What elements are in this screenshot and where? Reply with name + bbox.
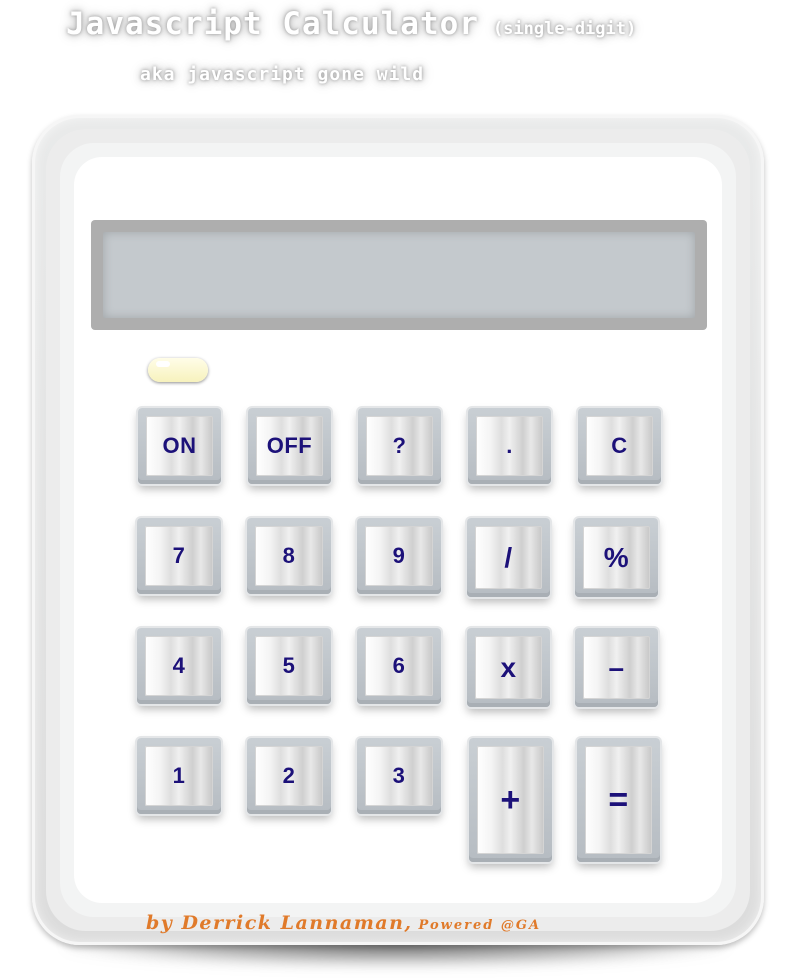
digit-6-button[interactable]: 6	[357, 628, 441, 704]
digit-2-button[interactable]: 2	[247, 738, 331, 814]
decimal-button[interactable]: .	[468, 408, 551, 484]
page-title-suffix: (single-digit)	[492, 19, 637, 39]
digit-4-button[interactable]: 4	[137, 628, 221, 704]
digit-9-label: 9	[392, 543, 406, 568]
solar-panel-icon	[148, 358, 208, 382]
multiply-button-label: x	[500, 651, 517, 683]
help-button-label: ?	[392, 433, 407, 458]
add-button[interactable]: +	[469, 738, 552, 862]
add-button-label: +	[500, 780, 521, 819]
equals-button-label: =	[608, 780, 629, 819]
digit-8-button[interactable]: 8	[247, 518, 331, 594]
digit-2-label: 2	[282, 763, 296, 788]
percent-button[interactable]: %	[575, 518, 658, 597]
digit-5-label: 5	[282, 653, 296, 678]
digit-3-label: 3	[392, 763, 406, 788]
off-button-label: OFF	[266, 433, 313, 458]
powered-by-text: Powered @GA	[418, 918, 542, 933]
digit-4-label: 4	[172, 653, 186, 678]
author-credit-name: by Derrick Lannaman,	[146, 912, 413, 934]
subtract-button-label: –	[608, 651, 625, 683]
off-button[interactable]: OFF	[248, 408, 331, 484]
calculator-page: Javascript Calculator (single-digit) aka…	[0, 0, 806, 978]
digit-1-label: 1	[172, 763, 186, 788]
digit-6-label: 6	[392, 653, 406, 678]
digit-5-button[interactable]: 5	[247, 628, 331, 704]
page-title-line: Javascript Calculator (single-digit)	[66, 6, 636, 46]
percent-button-label: %	[603, 541, 630, 573]
on-button-label: ON	[162, 433, 197, 458]
page-tagline: aka javascript gone wild	[140, 64, 425, 85]
clear-button-label: C	[611, 433, 628, 458]
help-button[interactable]: ?	[358, 408, 441, 484]
decimal-button-label: .	[506, 433, 513, 458]
subtract-button[interactable]: –	[575, 628, 658, 707]
equals-button[interactable]: =	[577, 738, 660, 862]
divide-button[interactable]: /	[467, 518, 550, 597]
digit-7-label: 7	[172, 543, 186, 568]
author-credit: by Derrick Lannaman, Powered @GA	[146, 912, 541, 934]
multiply-button[interactable]: x	[467, 628, 550, 707]
digit-3-button[interactable]: 3	[357, 738, 441, 814]
digit-9-button[interactable]: 9	[357, 518, 441, 594]
digit-1-button[interactable]: 1	[137, 738, 221, 814]
digit-8-label: 8	[282, 543, 296, 568]
clear-button[interactable]: C	[578, 408, 661, 484]
page-title: Javascript Calculator	[66, 6, 479, 42]
digit-7-button[interactable]: 7	[137, 518, 221, 594]
display-frame	[91, 220, 707, 330]
on-button[interactable]: ON	[138, 408, 221, 484]
calculator-display	[103, 232, 695, 318]
divide-button-label: /	[504, 541, 513, 573]
